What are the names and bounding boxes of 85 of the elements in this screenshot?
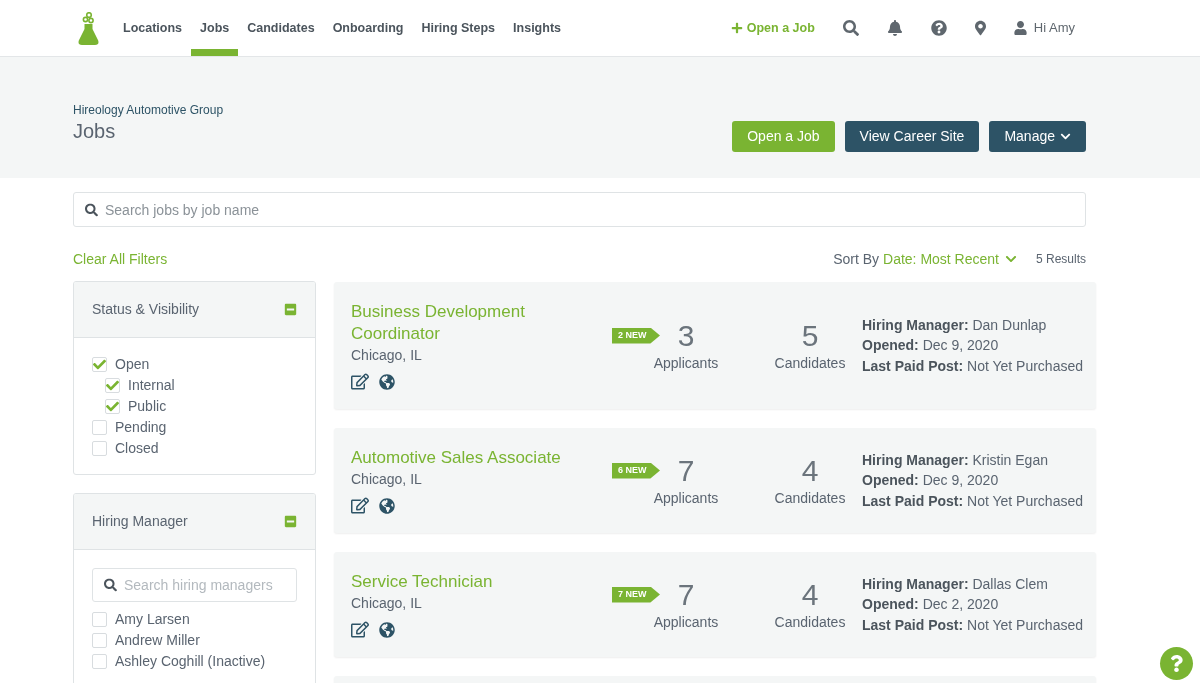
nav-tab[interactable]: Locations (114, 0, 192, 56)
dropdown-button[interactable]: Manage (989, 121, 1086, 152)
job-location: Chicago, IL (351, 594, 422, 613)
edit-icon[interactable] (351, 373, 369, 390)
help-icon[interactable] (930, 20, 947, 36)
globe-icon[interactable] (379, 621, 395, 638)
filter-option[interactable]: Pending (92, 417, 297, 438)
candidate-count: 4 (801, 577, 819, 612)
job-detail: Opened: Dec 9, 2020 (862, 471, 1000, 491)
job-detail: Hiring Manager: Dallas Clem (862, 574, 1049, 594)
checkbox[interactable] (92, 357, 107, 372)
chevron-down-icon (1060, 131, 1071, 142)
search-icon (85, 203, 98, 216)
job-detail: Opened: Dec 2, 2020 (862, 595, 1000, 615)
job-detail: Last Paid Post: Not Yet Purchased (862, 491, 1083, 511)
job-location: Chicago, IL (351, 346, 422, 365)
new-badge: 6 NEW (612, 462, 660, 479)
check-icon (106, 400, 119, 413)
header-button[interactable]: View Career Site (844, 121, 980, 152)
nav-tab[interactable]: Insights (504, 0, 570, 56)
job-detail: Last Paid Post: Not Yet Purchased (862, 615, 1083, 635)
help-button[interactable] (1160, 647, 1193, 680)
new-badge: 2 NEW (612, 327, 660, 344)
page-title: Jobs (73, 119, 117, 144)
filter-option[interactable]: Andrew Miller (92, 630, 297, 651)
plus-icon (730, 22, 743, 34)
job-detail: Hiring Manager: Dan Dunlap (862, 315, 1048, 335)
filter-panel-header[interactable]: Status & Visibility (74, 282, 315, 338)
filter-title: Status & Visibility (92, 300, 200, 319)
edit-icon[interactable] (351, 497, 369, 514)
filter-option[interactable]: Amy Larsen (92, 609, 297, 630)
filter-option[interactable]: Open (92, 354, 297, 375)
collapse-icon[interactable] (284, 515, 297, 528)
check-icon (106, 379, 119, 392)
globe-icon[interactable] (379, 497, 395, 514)
candidate-label: Candidates (774, 353, 846, 373)
applicant-count: 7 (677, 453, 695, 488)
results-count: 5 Results (1035, 251, 1086, 268)
organization-name: Hireology Automotive Group (73, 102, 224, 118)
filter-panel-header[interactable]: Hiring Manager (74, 494, 315, 550)
job-detail: Opened: Dec 9, 2020 (862, 336, 1000, 356)
search-icon[interactable] (842, 20, 859, 36)
search-field[interactable]: Search hiring managers (92, 568, 297, 602)
applicant-label: Applicants (653, 488, 719, 508)
search-icon (104, 578, 117, 592)
filter-option[interactable]: Internal (105, 375, 297, 396)
collapse-icon[interactable] (284, 303, 297, 316)
search-field[interactable]: Search jobs by job name (73, 192, 1086, 227)
sort-label: Sort By (833, 249, 880, 269)
candidate-label: Candidates (774, 612, 846, 632)
applicant-count: 7 (677, 577, 695, 612)
question-mark-icon (1169, 655, 1184, 672)
flask-logo-icon[interactable] (78, 11, 99, 45)
job-location: Chicago, IL (351, 470, 422, 489)
filter-option[interactable]: Public (105, 396, 297, 417)
filter-option[interactable]: Closed (92, 438, 297, 459)
checkbox[interactable] (92, 654, 107, 669)
checkbox[interactable] (92, 441, 107, 456)
filter-option[interactable]: Ashley Coghill (Inactive) (92, 651, 297, 672)
nav-tab[interactable]: Candidates (238, 0, 324, 56)
checkbox[interactable] (92, 612, 107, 627)
user-menu[interactable]: Hi Amy (1013, 18, 1075, 38)
new-badge: 7 NEW (612, 586, 660, 603)
globe-icon[interactable] (379, 373, 395, 390)
job-detail: Hiring Manager: Kristin Egan (862, 450, 1049, 470)
checkbox[interactable] (92, 420, 107, 435)
applicant-label: Applicants (653, 353, 719, 373)
location-pin-icon[interactable] (974, 20, 986, 36)
chevron-down-icon (1004, 253, 1017, 265)
nav-tab[interactable]: Hiring Steps (412, 0, 505, 56)
applicant-count: 3 (677, 318, 695, 353)
job-detail: Last Paid Post: Not Yet Purchased (862, 356, 1083, 376)
candidate-count: 4 (801, 453, 819, 488)
check-icon (93, 358, 106, 371)
filter-title: Hiring Manager (92, 512, 188, 531)
applicant-label: Applicants (653, 612, 719, 632)
checkbox[interactable] (105, 378, 120, 393)
checkbox[interactable] (105, 399, 120, 414)
candidate-label: Candidates (774, 488, 846, 508)
nav-tab[interactable]: Onboarding (323, 0, 413, 56)
candidate-count: 5 (801, 318, 819, 353)
checkbox[interactable] (92, 633, 107, 648)
edit-icon[interactable] (351, 621, 369, 638)
user-icon (1013, 21, 1027, 35)
bell-icon[interactable] (886, 20, 903, 36)
